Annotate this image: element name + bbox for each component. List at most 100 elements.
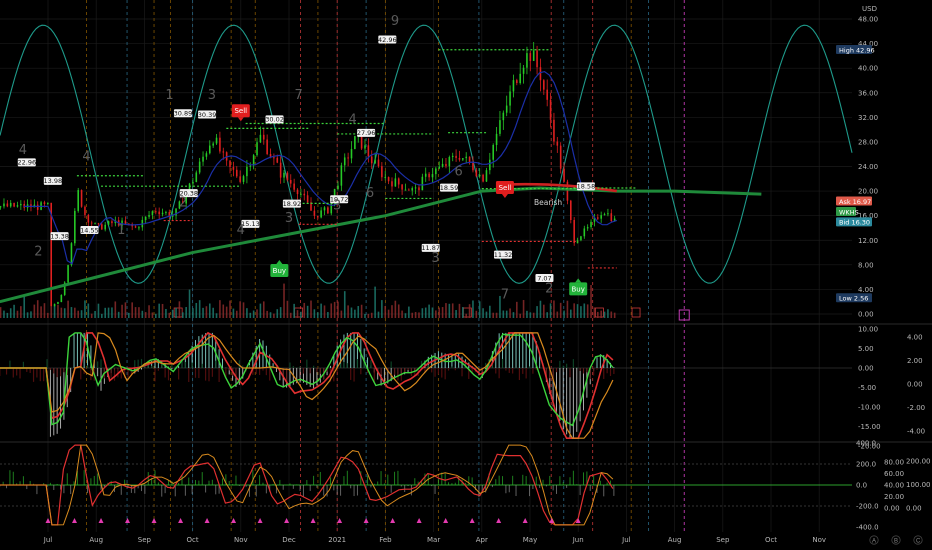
candle-body [526, 53, 528, 68]
candle-body [104, 224, 106, 230]
candle-body [377, 159, 380, 167]
volume-bar [563, 310, 565, 318]
candle-body [300, 193, 302, 195]
price-label: 30.89 [174, 110, 193, 118]
candle-body [384, 177, 387, 179]
price-label: 14.55 [80, 226, 99, 234]
candle-body [219, 137, 221, 152]
candle-body [107, 221, 110, 225]
candle-body [532, 50, 535, 61]
candle-body [451, 155, 454, 158]
volume-bar [573, 303, 575, 318]
volume-bar [279, 307, 282, 318]
volume-bar [107, 307, 110, 318]
candle-body [151, 211, 154, 216]
candle-body [475, 170, 478, 177]
volume-bar [289, 312, 292, 318]
volume-bar [168, 312, 171, 318]
volume-bar [441, 307, 444, 318]
volume-bar [3, 310, 5, 318]
candle-body [478, 174, 481, 177]
candle-body [70, 243, 73, 266]
volume-bar [455, 310, 457, 318]
candle-body [428, 173, 430, 178]
candle-body [370, 156, 373, 164]
volume-bar [482, 308, 484, 318]
volume-bar [283, 283, 285, 318]
candle-body [381, 166, 383, 178]
candle-body [155, 211, 157, 213]
volume-bar [175, 307, 177, 318]
volume-bar [222, 304, 225, 318]
price-tag-label: WKHS [839, 208, 859, 216]
wave-label: 3 [333, 199, 341, 214]
price-tick-label: 32.00 [858, 114, 878, 122]
candle-body [590, 221, 592, 228]
price-tick-label: 0.00 [858, 311, 874, 319]
candle-body [289, 180, 292, 184]
candle-body [138, 227, 140, 229]
candle-body [522, 67, 525, 74]
price-tick-label: 36.00 [858, 89, 878, 97]
osc2-right-tick: 100.00 [906, 481, 931, 489]
osc1-left-tick: -5.00 [858, 384, 876, 392]
volume-bar [47, 312, 49, 318]
volume-bar [414, 311, 417, 318]
price-label: 42.96 [378, 36, 397, 44]
sell-signal-label: Sell [234, 107, 247, 115]
candle-body [77, 190, 80, 211]
volume-bar [111, 307, 113, 318]
volume-bar [77, 310, 80, 318]
volume-bar [148, 305, 150, 318]
candle-body [394, 178, 397, 187]
volume-bar [202, 307, 204, 318]
volume-bar [367, 313, 370, 318]
candle-body [489, 159, 491, 171]
candle-body [205, 153, 208, 157]
volume-bar [165, 308, 167, 318]
volume-bar [549, 303, 552, 318]
candle-body [596, 217, 599, 219]
volume-bar [235, 310, 238, 318]
candle-body [340, 165, 343, 186]
osc1-right-tick: 2.00 [907, 357, 923, 365]
osc1-left-tick: -15.00 [858, 423, 881, 431]
volume-bar [576, 304, 579, 318]
candle-body [111, 221, 113, 224]
candle-body [387, 177, 390, 182]
candle-body [435, 168, 437, 175]
volume-bar [502, 310, 505, 318]
candle-body [472, 162, 474, 171]
volume-bar [600, 310, 602, 318]
candle-body [279, 162, 282, 178]
volume-bar [185, 307, 187, 318]
volume-bar [266, 310, 268, 318]
volume-bar [121, 304, 123, 318]
wave-label: 1 [165, 88, 173, 103]
sell-signal-label: Sell [499, 184, 512, 192]
month-tick-label: Dec [282, 536, 296, 544]
volume-bar [512, 312, 515, 318]
candle-body [208, 145, 211, 154]
candle-body [134, 226, 137, 228]
candle-body [148, 215, 150, 217]
currency-label: USD [862, 5, 877, 13]
volume-bar [40, 306, 42, 318]
price-tick-label: 20.00 [858, 188, 878, 196]
volume-bar [529, 312, 532, 318]
volume-bar [607, 309, 609, 318]
candle-body [256, 142, 258, 156]
candle-body [458, 157, 461, 160]
candle-body [337, 185, 339, 189]
volume-bar [131, 302, 133, 318]
candle-body [553, 119, 555, 142]
volume-bar [590, 284, 592, 318]
volume-bar [181, 312, 184, 318]
volume-bar [101, 313, 103, 318]
volume-bar [23, 295, 26, 318]
stock-chart[interactable]: 22.9613.9813.3814.5530.89 30.3920.3830.02… [0, 0, 932, 550]
candle-body [266, 139, 268, 155]
volume-bar [313, 309, 316, 318]
osc2-mid-tick: 60.00 [884, 470, 904, 478]
volume-bar [0, 307, 2, 318]
